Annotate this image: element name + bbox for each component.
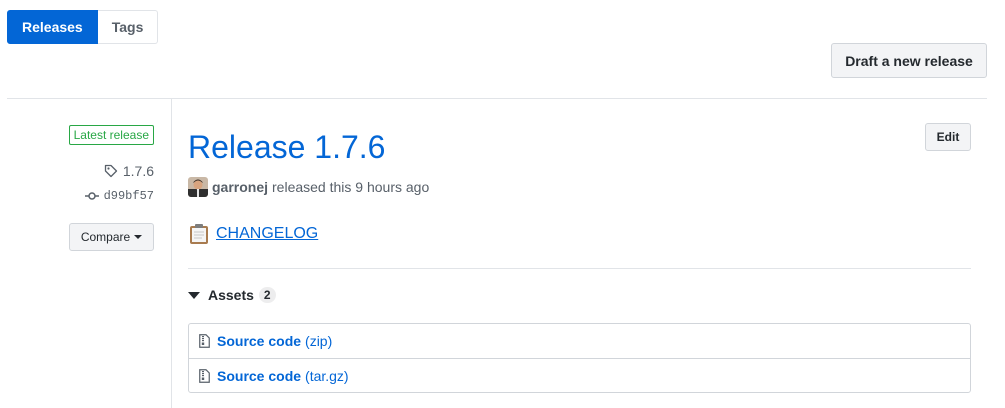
- asset-ext[interactable]: (tar.gz): [305, 368, 349, 384]
- release-notes: CHANGELOG: [188, 223, 318, 245]
- edit-button[interactable]: Edit: [925, 123, 971, 151]
- file-zip-icon: [199, 368, 210, 383]
- asset-ext[interactable]: (zip): [305, 333, 332, 349]
- asset-row[interactable]: Source code (tar.gz): [189, 358, 970, 392]
- released-time: released this 9 hours ago: [272, 179, 430, 195]
- release-tag[interactable]: 1.7.6: [104, 163, 154, 179]
- assets-list: Source code (zip) Source code (tar.gz): [188, 323, 971, 393]
- tag-label: 1.7.6: [122, 163, 154, 179]
- divider: [188, 268, 971, 269]
- commit-sha: d99bf57: [103, 189, 154, 203]
- releases-tags-subnav: Releases Tags: [7, 10, 159, 44]
- latest-release-badge: Latest release: [68, 125, 154, 145]
- release-byline: garronej released this 9 hours ago: [188, 177, 429, 197]
- tag-icon: [104, 164, 118, 178]
- compare-button[interactable]: Compare: [69, 223, 154, 251]
- asset-name[interactable]: Source code: [217, 333, 301, 349]
- divider: [7, 98, 987, 99]
- tab-releases[interactable]: Releases: [7, 10, 98, 44]
- release-title[interactable]: Release 1.7.6: [188, 129, 385, 166]
- file-zip-icon: [199, 334, 210, 348]
- caret-down-icon: [134, 235, 143, 239]
- avatar[interactable]: [188, 177, 208, 197]
- assets-toggle[interactable]: Assets 2: [188, 287, 276, 303]
- tab-tags[interactable]: Tags: [97, 10, 159, 44]
- triangle-down-icon: [188, 291, 200, 299]
- compare-label: Compare: [80, 230, 131, 244]
- asset-name[interactable]: Source code: [217, 368, 301, 384]
- assets-heading: Assets: [208, 287, 254, 303]
- clipboard-icon: [190, 224, 208, 244]
- draft-new-release-button[interactable]: Draft a new release: [831, 43, 987, 78]
- commit-icon: [84, 192, 99, 200]
- changelog-link[interactable]: CHANGELOG: [216, 225, 318, 243]
- author-link[interactable]: garronej: [212, 179, 268, 195]
- assets-count: 2: [258, 287, 276, 303]
- timeline-divider: [171, 99, 172, 408]
- asset-row[interactable]: Source code (zip): [189, 324, 970, 358]
- release-commit[interactable]: d99bf57: [84, 189, 154, 203]
